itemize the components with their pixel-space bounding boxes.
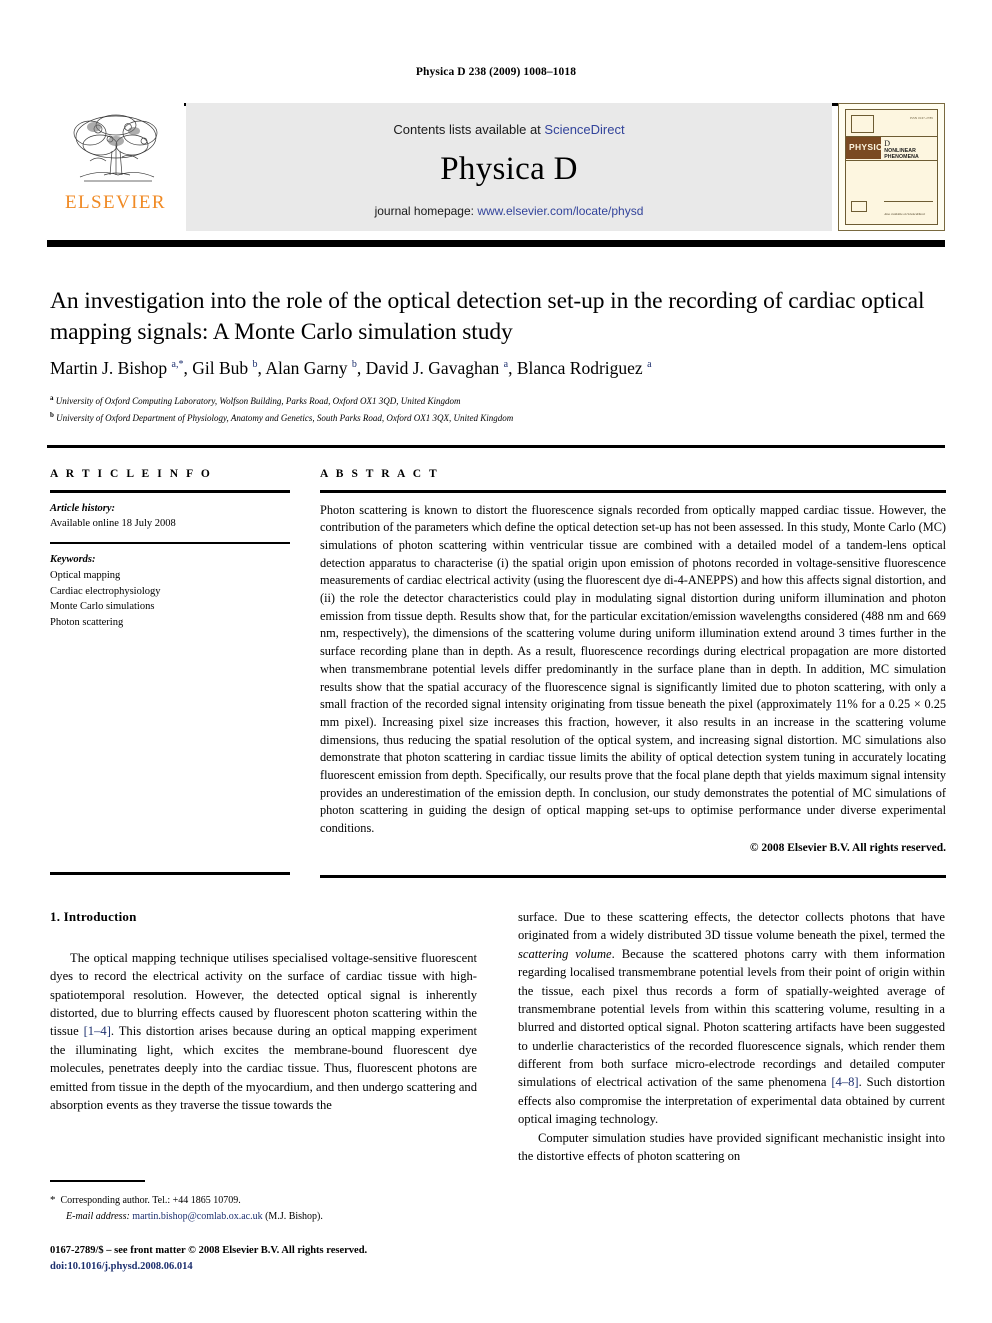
paragraph: Computer simulation studies have provide… (518, 1130, 945, 1163)
issn-frontmatter: 0167-2789/$ – see front matter © 2008 El… (50, 1245, 368, 1256)
abstract-heading-rule (320, 490, 946, 493)
author-list: Martin J. Bishop a,*, Gil Bub b, Alan Ga… (50, 358, 652, 378)
cover-volume-letter: D (884, 139, 890, 148)
cover-subtitle: NONLINEAR PHENOMENA (884, 148, 919, 160)
journal-homepage-line: journal homepage: www.elsevier.com/locat… (375, 204, 644, 218)
paragraph-text-cont: . This distortion arises because during … (50, 1024, 477, 1112)
elsevier-tree-icon (73, 114, 157, 182)
journal-masthead: ELSEVIER Contents lists available at Sci… (47, 103, 945, 231)
journal-homepage-link[interactable]: www.elsevier.com/locate/physd (477, 204, 643, 218)
page-title: An investigation into the role of the op… (50, 288, 925, 346)
imprint-block: 0167-2789/$ – see front matter © 2008 El… (50, 1243, 477, 1276)
paragraph-text-cont: . Because the scattered photons carry wi… (518, 946, 945, 1090)
cover-rule-bottom (884, 201, 933, 202)
affiliation-a-text: University of Oxford Computing Laborator… (55, 396, 461, 406)
paragraph-text: surface. Due to these scattering effects… (518, 910, 945, 943)
cover-frame: ISSN 0167-2789 PHYSICA D NONLINEAR PHENO… (845, 109, 938, 225)
keywords-label: Keywords: (50, 554, 96, 565)
elsevier-logo: ELSEVIER (47, 103, 184, 231)
article-history-label: Article history: (50, 502, 116, 514)
section-heading-introduction: 1. Introduction (50, 909, 137, 924)
doi-link[interactable]: doi:10.1016/j.physd.2008.06.014 (50, 1259, 477, 1275)
abstract-heading: A B S T R A C T (320, 468, 440, 480)
email-label: E-mail address: (66, 1210, 130, 1222)
corresponding-author-note: * Corresponding author. Tel.: +44 1865 1… (50, 1192, 477, 1209)
info-bottom-rule (50, 872, 290, 875)
article-info-heading-rule (50, 490, 290, 493)
email-suffix: (M.J. Bishop). (262, 1210, 323, 1222)
citation-link[interactable]: [1–4] (84, 1024, 111, 1038)
affiliation-b-text: University of Oxford Department of Physi… (56, 413, 514, 423)
abstract-column: A B S T R A C T Photon scattering is kno… (320, 468, 946, 854)
cover-title-text: PHYSICA (849, 142, 889, 152)
article-info-heading: A R T I C L E I N F O (50, 468, 213, 480)
footnote-block: * Corresponding author. Tel.: +44 1865 1… (50, 1192, 477, 1224)
homepage-prefix: journal homepage: (374, 204, 478, 218)
keyword-item: Photon scattering (50, 617, 124, 628)
article-page: Physica D 238 (2009) 1008–1018 ELSEVIER … (0, 0, 992, 1323)
sciencedirect-link[interactable]: ScienceDirect (544, 122, 624, 137)
cover-logo-box (851, 115, 874, 133)
journal-banner: Contents lists available at ScienceDirec… (186, 103, 832, 231)
paragraph: The optical mapping technique utilises s… (50, 949, 477, 1114)
affiliation-a: a University of Oxford Computing Laborat… (50, 393, 930, 408)
article-info-column: A R T I C L E I N F O Article history: A… (50, 468, 290, 631)
keyword-item: Optical mapping (50, 569, 121, 581)
abstract-copyright: © 2008 Elsevier B.V. All rights reserved… (749, 841, 946, 854)
cover-rule-mid (846, 160, 937, 161)
affiliation-b: b University of Oxford Department of Phy… (50, 410, 930, 425)
keywords-block: Keywords: Optical mapping Cardiac electr… (50, 552, 290, 631)
cover-issn: ISSN 0167-2789 (909, 116, 933, 120)
asterisk-marker: * (50, 1194, 56, 1206)
journal-title: Physica D (440, 151, 578, 187)
emphasis-term: scattering volume (518, 946, 612, 961)
cover-footer-note: Also available on ScienceDirect (884, 212, 926, 216)
footnote-separator (50, 1180, 145, 1182)
keywords-rule (50, 542, 290, 544)
article-history: Article history: Available online 18 Jul… (50, 501, 290, 533)
info-top-rule (47, 445, 945, 448)
contents-prefix: Contents lists available at (393, 122, 545, 137)
article-history-value: Available online 18 July 2008 (50, 518, 176, 530)
body-right-column: surface. Due to these scattering effects… (518, 908, 945, 1165)
abstract-text: Photon scattering is known to distort th… (320, 502, 946, 836)
journal-cover-thumbnail: ISSN 0167-2789 PHYSICA D NONLINEAR PHENO… (838, 103, 945, 231)
body-left-column: 1. Introduction The optical mapping tech… (50, 908, 477, 1114)
running-head: Physica D 238 (2009) 1008–1018 (415, 66, 577, 78)
contents-line: Contents lists available at ScienceDirec… (393, 122, 624, 137)
cover-footer-logo (851, 201, 867, 212)
keyword-item: Cardiac electrophysiology (50, 585, 161, 597)
affiliation-marker-b: b (50, 411, 54, 419)
corresponding-author-text: Corresponding author. Tel.: +44 1865 107… (60, 1195, 241, 1206)
elsevier-wordmark: ELSEVIER (65, 192, 166, 213)
citation-link[interactable]: [4–8] (831, 1075, 858, 1089)
keyword-item: Monte Carlo simulations (50, 601, 155, 613)
email-link[interactable]: martin.bishop@comlab.ox.ac.uk (132, 1211, 262, 1222)
email-note: E-mail address: martin.bishop@comlab.ox.… (50, 1209, 477, 1224)
paragraph: surface. Due to these scattering effects… (518, 908, 945, 1129)
masthead-bottom-rule (47, 240, 945, 247)
abstract-bottom-rule (320, 875, 946, 878)
affiliation-marker-a: a (50, 394, 54, 402)
